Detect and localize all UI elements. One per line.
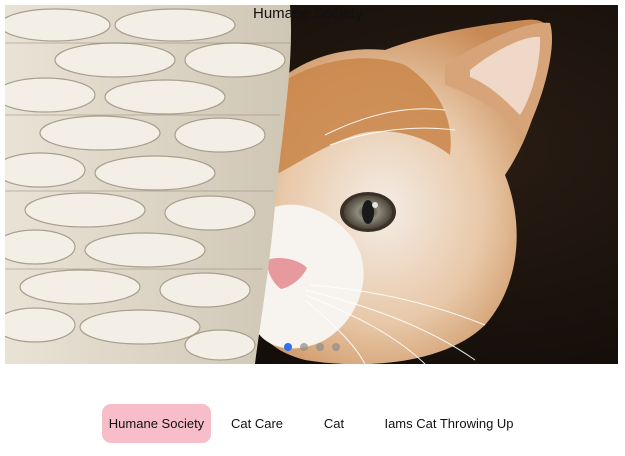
carousel-dot-3[interactable]: [316, 343, 324, 351]
page: Humane Society Humane Society Cat Care C…: [0, 0, 625, 456]
topic-tabs: Humane Society Cat Care Cat Iams Cat Thr…: [0, 404, 625, 443]
kitten-photo: [5, 5, 618, 364]
carousel-dot-4[interactable]: [332, 343, 340, 351]
carousel-dot-2[interactable]: [300, 343, 308, 351]
carousel-indicators: [284, 343, 340, 351]
tab-iams-cat-throwing-up[interactable]: Iams Cat Throwing Up: [377, 404, 521, 443]
tab-humane-society[interactable]: Humane Society: [102, 404, 211, 443]
tab-cat[interactable]: Cat: [314, 404, 354, 443]
tab-cat-care[interactable]: Cat Care: [222, 404, 292, 443]
slide-caption: Humane Society: [253, 5, 364, 22]
image-carousel[interactable]: Humane Society: [5, 5, 618, 364]
carousel-dot-1[interactable]: [284, 343, 292, 351]
